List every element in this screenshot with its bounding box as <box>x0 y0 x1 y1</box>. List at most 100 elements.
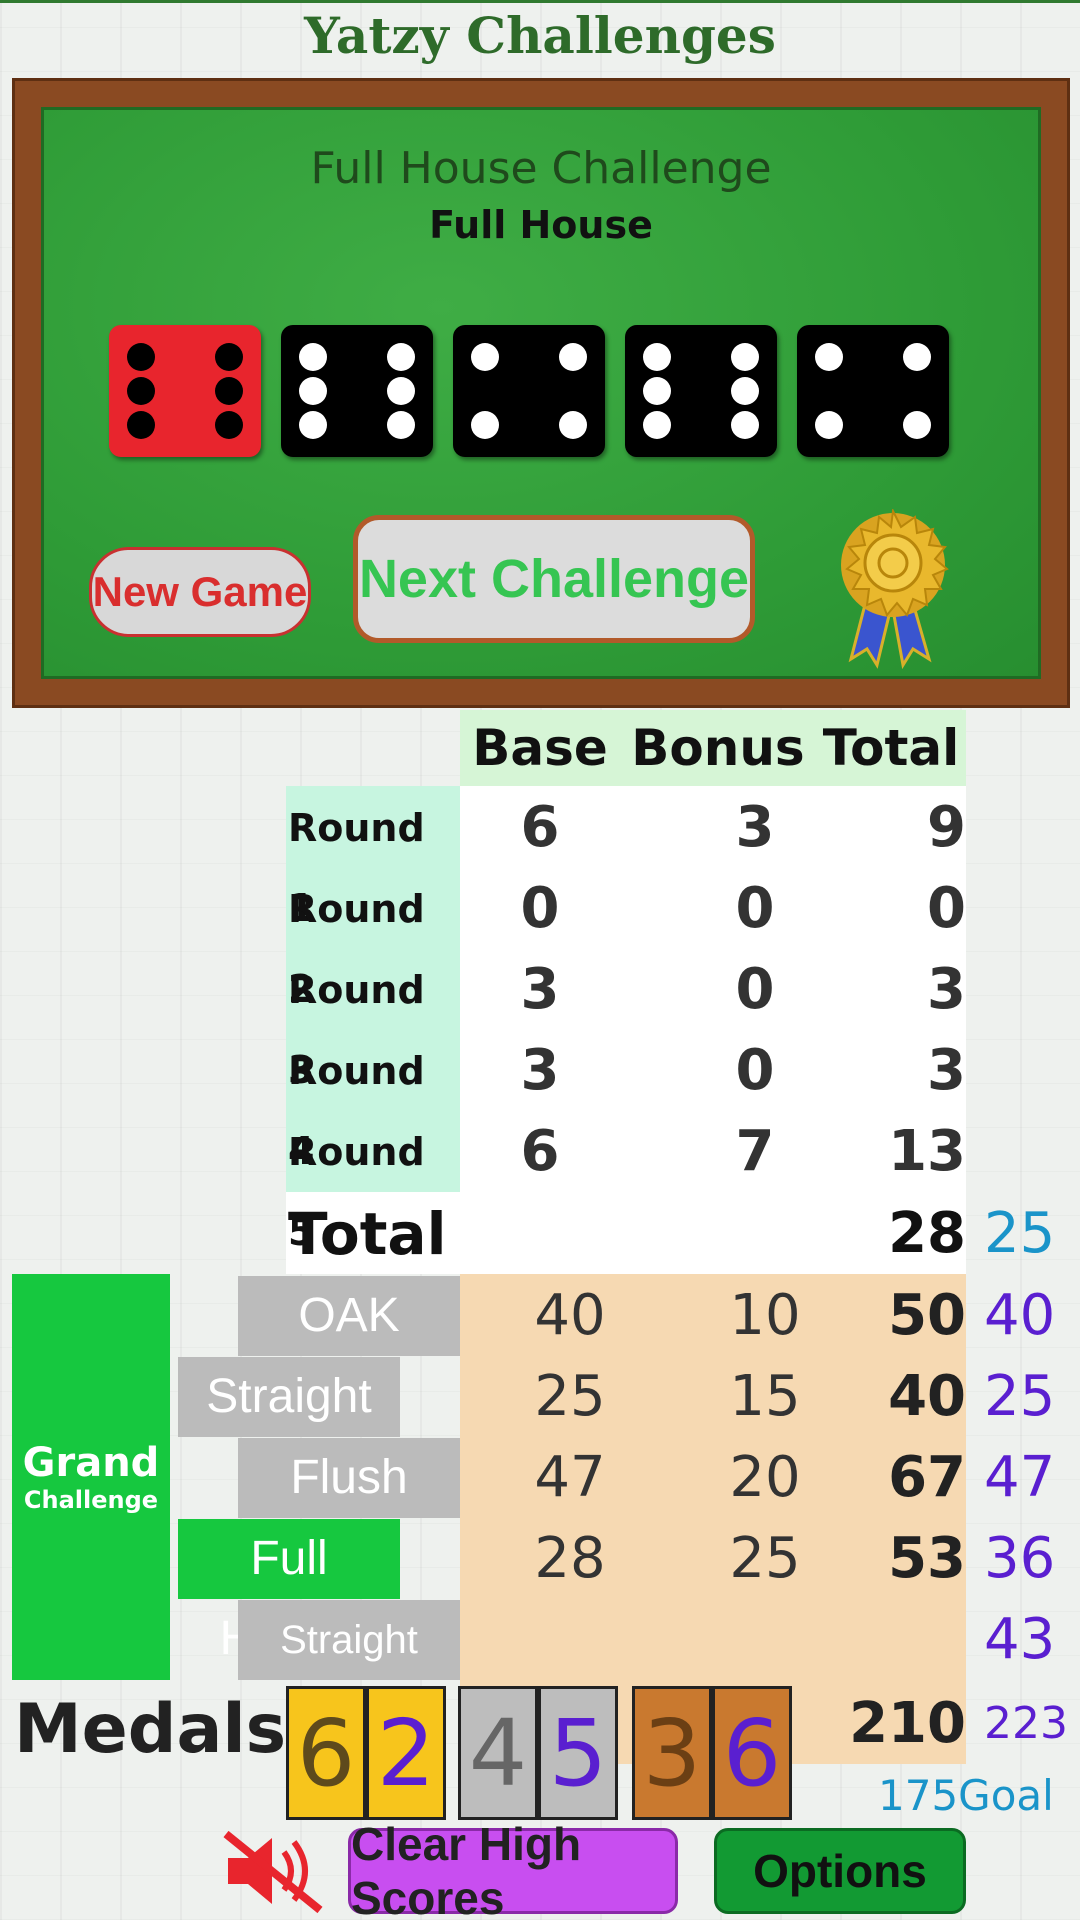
die-pip <box>903 411 931 439</box>
grand-total-value: 210 <box>849 1691 966 1756</box>
grand-category-straight-flush: Straight Flush <box>238 1600 460 1742</box>
grand-label-line1: Grand <box>22 1440 160 1486</box>
die-pip <box>127 377 155 405</box>
total-label: Total <box>288 1200 447 1268</box>
grand-base: 47 <box>534 1445 606 1510</box>
grand-base: 28 <box>534 1526 606 1591</box>
grand-category-flush: Flush <box>238 1438 460 1518</box>
gold-medal-count: 6 <box>286 1686 366 1820</box>
game-board: Full House Challenge Full House New Game… <box>12 78 1070 708</box>
round-bonus: 0 <box>735 876 775 941</box>
bronze-medal-count: 3 <box>632 1686 712 1820</box>
die-pip <box>471 343 499 371</box>
round-total: 3 <box>927 957 966 1022</box>
clear-high-scores-button[interactable]: Clear High Scores <box>348 1818 678 1920</box>
die-pip <box>815 343 843 371</box>
silver-medal-best: 5 <box>538 1686 618 1820</box>
app-title: Yatzy Challenges <box>304 6 776 65</box>
top-border <box>0 0 1080 3</box>
grand-challenge-label: Grand Challenge <box>12 1274 170 1680</box>
die-pip <box>559 411 587 439</box>
die-pip <box>559 343 587 371</box>
die-pip <box>299 377 327 405</box>
round-bonus: 7 <box>735 1119 775 1184</box>
grand-category-oak: OAK <box>238 1276 460 1356</box>
die-pip <box>127 411 155 439</box>
grand-total: 53 <box>888 1526 966 1591</box>
round-total: 0 <box>927 876 966 941</box>
round-base: 3 <box>520 957 560 1022</box>
goal-readout: 175Goal <box>878 1766 1054 1826</box>
award-ribbon-icon <box>841 509 949 670</box>
grand-side: 40 <box>984 1283 1056 1348</box>
total-value: 28 <box>888 1201 966 1266</box>
gold-medal-best: 2 <box>366 1686 446 1820</box>
die-4[interactable] <box>625 325 777 457</box>
round-total: 9 <box>927 795 966 860</box>
grand-side: 47 <box>984 1445 1056 1510</box>
silver-medal-count: 4 <box>458 1686 538 1820</box>
grand-bonus: 20 <box>729 1445 801 1510</box>
felt-table: Full House Challenge Full House New Game… <box>41 107 1041 679</box>
die-pip <box>731 343 759 371</box>
new-game-button[interactable]: New Game <box>89 547 311 637</box>
bronze-medal-best: 6 <box>712 1686 792 1820</box>
grand-side: 25 <box>984 1364 1056 1429</box>
grand-base <box>500 1600 640 1680</box>
round-bonus: 0 <box>735 1038 775 1103</box>
grand-side-value: 223 <box>984 1698 1068 1749</box>
round-bonus: 3 <box>735 795 775 860</box>
die-pip <box>815 411 843 439</box>
grand-total <box>816 1600 966 1680</box>
grand-total: 67 <box>888 1445 966 1510</box>
die-pip <box>471 411 499 439</box>
round-label: Round 5 <box>288 1130 425 1254</box>
grand-total: 50 <box>888 1283 966 1348</box>
round-base: 6 <box>520 795 560 860</box>
grand-category-straight: Straight <box>178 1357 400 1437</box>
grand-base: 40 <box>534 1283 606 1348</box>
die-pip <box>731 411 759 439</box>
round-label: Round 2 <box>288 887 425 1011</box>
die-pip <box>299 411 327 439</box>
mute-speaker-icon[interactable] <box>220 1826 330 1916</box>
grand-base: 25 <box>534 1364 606 1429</box>
die-3[interactable] <box>453 325 605 457</box>
die-pip <box>127 343 155 371</box>
round-base: 3 <box>520 1038 560 1103</box>
goal-label: Goal <box>958 1771 1054 1820</box>
header-bonus: Bonus <box>631 719 805 777</box>
die-2[interactable] <box>281 325 433 457</box>
options-button[interactable]: Options <box>714 1828 966 1914</box>
die-1[interactable] <box>109 325 261 457</box>
next-challenge-button[interactable]: Next Challenge <box>353 515 755 643</box>
medals-label: Medals <box>14 1690 287 1769</box>
round-bonus: 0 <box>735 957 775 1022</box>
grand-label-line2: Challenge <box>23 1486 159 1514</box>
die-pip <box>903 343 931 371</box>
die-pip <box>299 343 327 371</box>
die-pip <box>215 411 243 439</box>
total-side-value: 25 <box>984 1201 1056 1266</box>
round-label: Round 4 <box>288 1049 425 1173</box>
challenge-title: Full House Challenge <box>310 143 772 194</box>
challenge-category: Full House <box>429 203 653 247</box>
grand-category-full-house: Full House <box>178 1519 400 1665</box>
grand-side: 36 <box>984 1526 1056 1591</box>
die-pip <box>215 343 243 371</box>
grand-bonus <box>700 1600 830 1680</box>
grand-bonus: 25 <box>729 1526 801 1591</box>
round-base: 0 <box>520 876 560 941</box>
die-5[interactable] <box>797 325 949 457</box>
die-pip <box>731 377 759 405</box>
round-base: 6 <box>520 1119 560 1184</box>
die-pip <box>387 377 415 405</box>
round-total: 13 <box>888 1119 966 1184</box>
round-label: Round 1 <box>288 806 425 930</box>
die-pip <box>643 377 671 405</box>
round-total: 3 <box>927 1038 966 1103</box>
die-pip <box>387 343 415 371</box>
die-pip <box>643 343 671 371</box>
grand-total: 40 <box>888 1364 966 1429</box>
grand-bonus: 15 <box>729 1364 801 1429</box>
